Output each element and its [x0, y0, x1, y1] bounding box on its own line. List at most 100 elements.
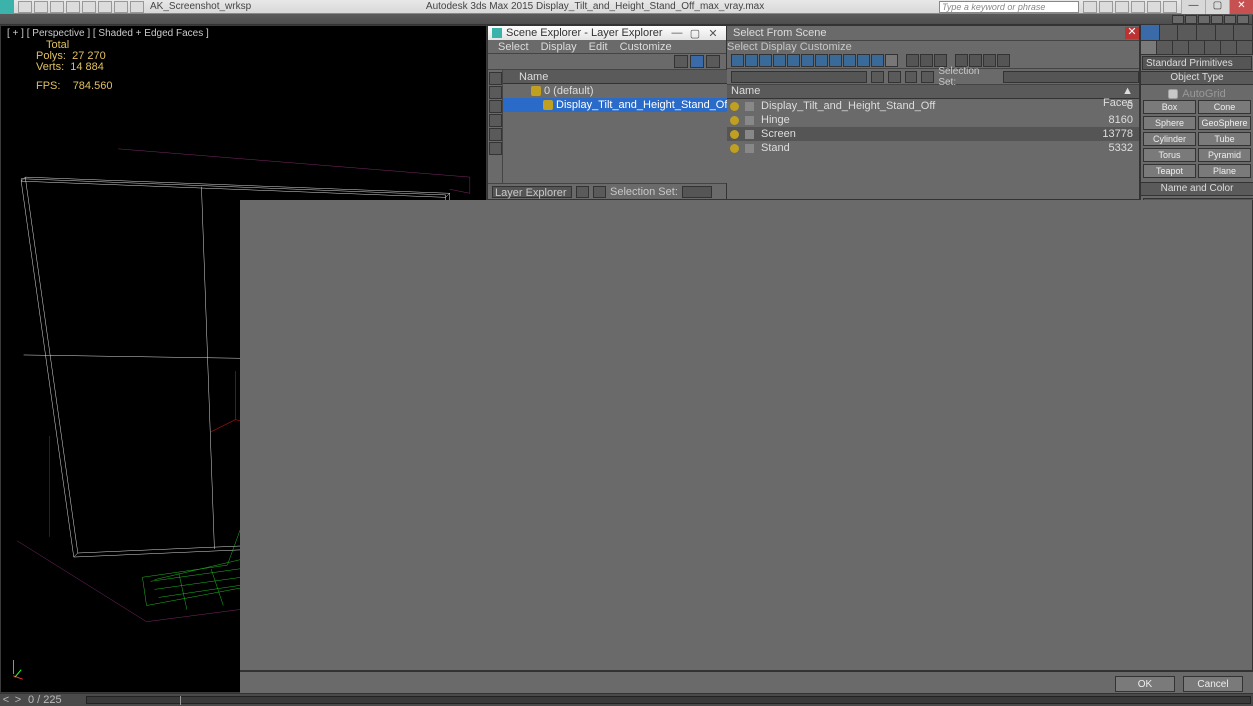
qat-button[interactable]	[66, 1, 80, 13]
column-name[interactable]: Name	[519, 71, 548, 83]
close-button[interactable]: ✕	[704, 27, 722, 40]
primitive-button-cone[interactable]: Cone	[1198, 100, 1251, 114]
subtab-systems[interactable]	[1237, 41, 1253, 54]
tab-hierarchy[interactable]	[1178, 25, 1197, 40]
info-icon[interactable]	[1147, 1, 1161, 13]
infocenter-search[interactable]: Type a keyword or phrase	[939, 1, 1079, 13]
subtab-geometry[interactable]	[1141, 41, 1157, 54]
scene-explorer-tree[interactable]: Name 0 (default)Display_Tilt_and_Height_…	[503, 70, 730, 183]
filter-icon[interactable]	[843, 54, 856, 67]
info-icon[interactable]	[1131, 1, 1145, 13]
tab-modify[interactable]	[1160, 25, 1179, 40]
qat-button[interactable]	[114, 1, 128, 13]
filter-button[interactable]	[489, 114, 502, 127]
qat-button[interactable]	[50, 1, 64, 13]
filter-icon[interactable]	[773, 54, 786, 67]
close-button[interactable]: ✕	[1229, 0, 1253, 14]
footer-button[interactable]	[576, 186, 589, 198]
tab-motion[interactable]	[1197, 25, 1216, 40]
menu-customize[interactable]: Customize	[800, 41, 852, 53]
filter-button[interactable]	[489, 72, 502, 85]
view-icon[interactable]	[906, 54, 919, 67]
filter-icon[interactable]	[885, 54, 898, 67]
footer-button[interactable]	[593, 186, 606, 198]
qat-button[interactable]	[82, 1, 96, 13]
filter-icon[interactable]	[801, 54, 814, 67]
filter-icon[interactable]	[857, 54, 870, 67]
minimize-button[interactable]: —	[668, 27, 686, 39]
search-button[interactable]	[888, 71, 901, 83]
workspace-selector[interactable]: AK_Screenshot_wrksp	[150, 1, 251, 12]
filter-icon[interactable]	[871, 54, 884, 67]
filter-button[interactable]	[489, 100, 502, 113]
list-item[interactable]: Hinge8160	[727, 113, 1139, 127]
filter-icon[interactable]	[787, 54, 800, 67]
primitive-button-plane[interactable]: Plane	[1198, 164, 1251, 178]
explorer-mode-dropdown[interactable]: Layer Explorer	[492, 186, 572, 198]
column-faces[interactable]: ▲ Faces	[1099, 85, 1139, 98]
menu-select[interactable]: Select	[498, 41, 529, 53]
sfs-grid-extension[interactable]	[240, 200, 1253, 671]
subtab-lights[interactable]	[1173, 41, 1189, 54]
cancel-button[interactable]: Cancel	[1183, 676, 1243, 692]
qat-button[interactable]	[98, 1, 112, 13]
menu-display[interactable]: Display	[541, 41, 577, 53]
primitive-button-geosphere[interactable]: GeoSphere	[1198, 116, 1251, 130]
category-dropdown[interactable]: Standard Primitives	[1142, 56, 1252, 70]
primitive-button-box[interactable]: Box	[1143, 100, 1196, 114]
primitive-button-cylinder[interactable]: Cylinder	[1143, 132, 1196, 146]
toolbar-button[interactable]	[1172, 15, 1184, 24]
primitive-button-teapot[interactable]: Teapot	[1143, 164, 1196, 178]
qat-button[interactable]	[130, 1, 144, 13]
subtab-shapes[interactable]	[1157, 41, 1173, 54]
toolbar-button[interactable]	[1237, 15, 1249, 24]
menu-display[interactable]: Display	[761, 41, 797, 53]
toolbar-button[interactable]	[1224, 15, 1236, 24]
tree-row[interactable]: Display_Tilt_and_Height_Stand_Off	[503, 98, 730, 112]
column-name[interactable]: Name	[727, 85, 1099, 98]
selection-set-dropdown[interactable]	[682, 186, 712, 198]
toolbar-button[interactable]	[1211, 15, 1223, 24]
info-icon[interactable]	[1115, 1, 1129, 13]
toolbar-button[interactable]	[690, 55, 704, 68]
maximize-button[interactable]: ▢	[1205, 0, 1229, 14]
maximize-button[interactable]: ▢	[686, 27, 704, 40]
rollout-header[interactable]: Name and Color	[1141, 183, 1253, 196]
filter-button[interactable]	[489, 128, 502, 141]
sfs-search-input[interactable]	[731, 71, 867, 83]
ok-button[interactable]: OK	[1115, 676, 1175, 692]
filter-icon[interactable]	[759, 54, 772, 67]
primitive-button-tube[interactable]: Tube	[1198, 132, 1251, 146]
search-button[interactable]	[921, 71, 934, 83]
timeline-track[interactable]	[86, 696, 1251, 704]
qat-button[interactable]	[34, 1, 48, 13]
sfs-grid[interactable]: Name ▲ Faces Display_Tilt_and_Height_Sta…	[727, 85, 1139, 199]
filter-button[interactable]	[489, 86, 502, 99]
help-icon[interactable]	[1163, 1, 1177, 13]
subtab-helpers[interactable]	[1205, 41, 1221, 54]
subtab-spacewarps[interactable]	[1221, 41, 1237, 54]
qat-button[interactable]	[18, 1, 32, 13]
info-icon[interactable]	[1083, 1, 1097, 13]
tree-row[interactable]: 0 (default)	[503, 84, 730, 98]
timeline-prev[interactable]: <	[0, 694, 12, 706]
toolbar-button[interactable]	[1185, 15, 1197, 24]
filter-icon[interactable]	[731, 54, 744, 67]
timeline[interactable]: < > 0 / 225	[0, 693, 1253, 705]
toolbar-button[interactable]	[706, 55, 720, 68]
primitive-button-pyramid[interactable]: Pyramid	[1198, 148, 1251, 162]
tab-display[interactable]	[1216, 25, 1235, 40]
sfs-titlebar[interactable]: Select From Scene ✕	[727, 26, 1139, 40]
close-button[interactable]: ✕	[1125, 27, 1139, 39]
timeline-next[interactable]: >	[12, 694, 24, 706]
menu-customize[interactable]: Customize	[620, 41, 672, 53]
toolbar-button[interactable]	[1198, 15, 1210, 24]
tab-utilities[interactable]	[1234, 25, 1253, 40]
filter-button[interactable]	[489, 142, 502, 155]
menu-select[interactable]: Select	[727, 41, 758, 53]
primitive-button-torus[interactable]: Torus	[1143, 148, 1196, 162]
tab-create[interactable]	[1141, 25, 1160, 40]
rollout-header[interactable]: Object Type	[1141, 72, 1253, 85]
selection-set-input[interactable]	[1003, 71, 1139, 83]
filter-icon[interactable]	[745, 54, 758, 67]
